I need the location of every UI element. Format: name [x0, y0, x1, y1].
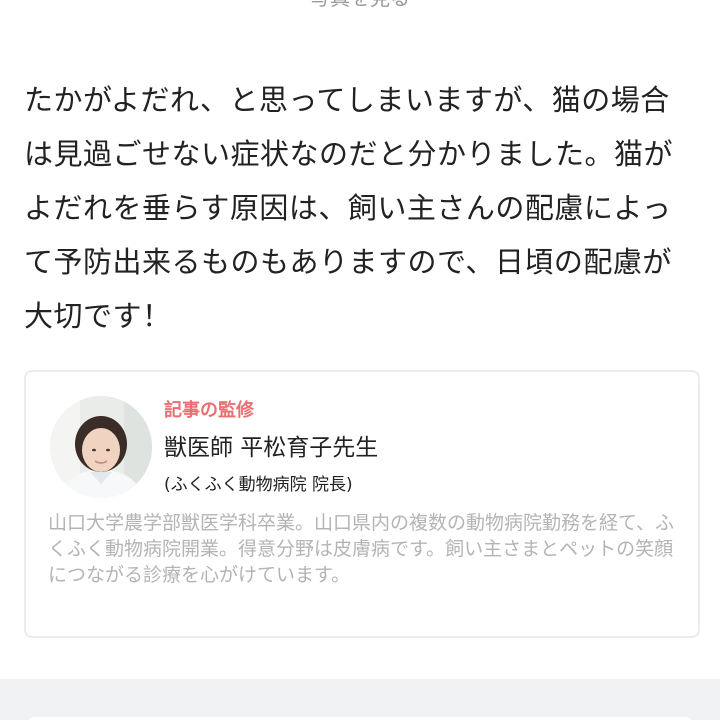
article-paragraph: たかがよだれ、と思ってしまいますが、猫の場合は見過ごせない症状なのだと分かりまし… [24, 83, 674, 333]
footer-section [0, 679, 720, 720]
vet-bio: 山口大学農学部獣医学科卒業。山口県内の複数の動物病院勤務を経て、ふくふく動物病院… [48, 512, 675, 586]
supervisor-card: 記事の監修 獣医師 平松育子先生 (ふくふく動物病院 院長) 山口大学農学部獣医… [24, 370, 700, 638]
article-page: 写真を見る たかがよだれ、と思ってしまいますが、猫の場合は見過ごせない症状なのだ… [0, 0, 720, 720]
view-photos-link[interactable]: 写真を見る [0, 0, 720, 10]
avatar [50, 396, 152, 498]
vet-clinic: (ふくふく動物病院 院長) [164, 475, 353, 495]
vet-name: 獣医師 平松育子先生 [164, 435, 379, 461]
supervision-heading: 記事の監修 [164, 400, 254, 421]
vet-portrait-icon [50, 396, 152, 498]
